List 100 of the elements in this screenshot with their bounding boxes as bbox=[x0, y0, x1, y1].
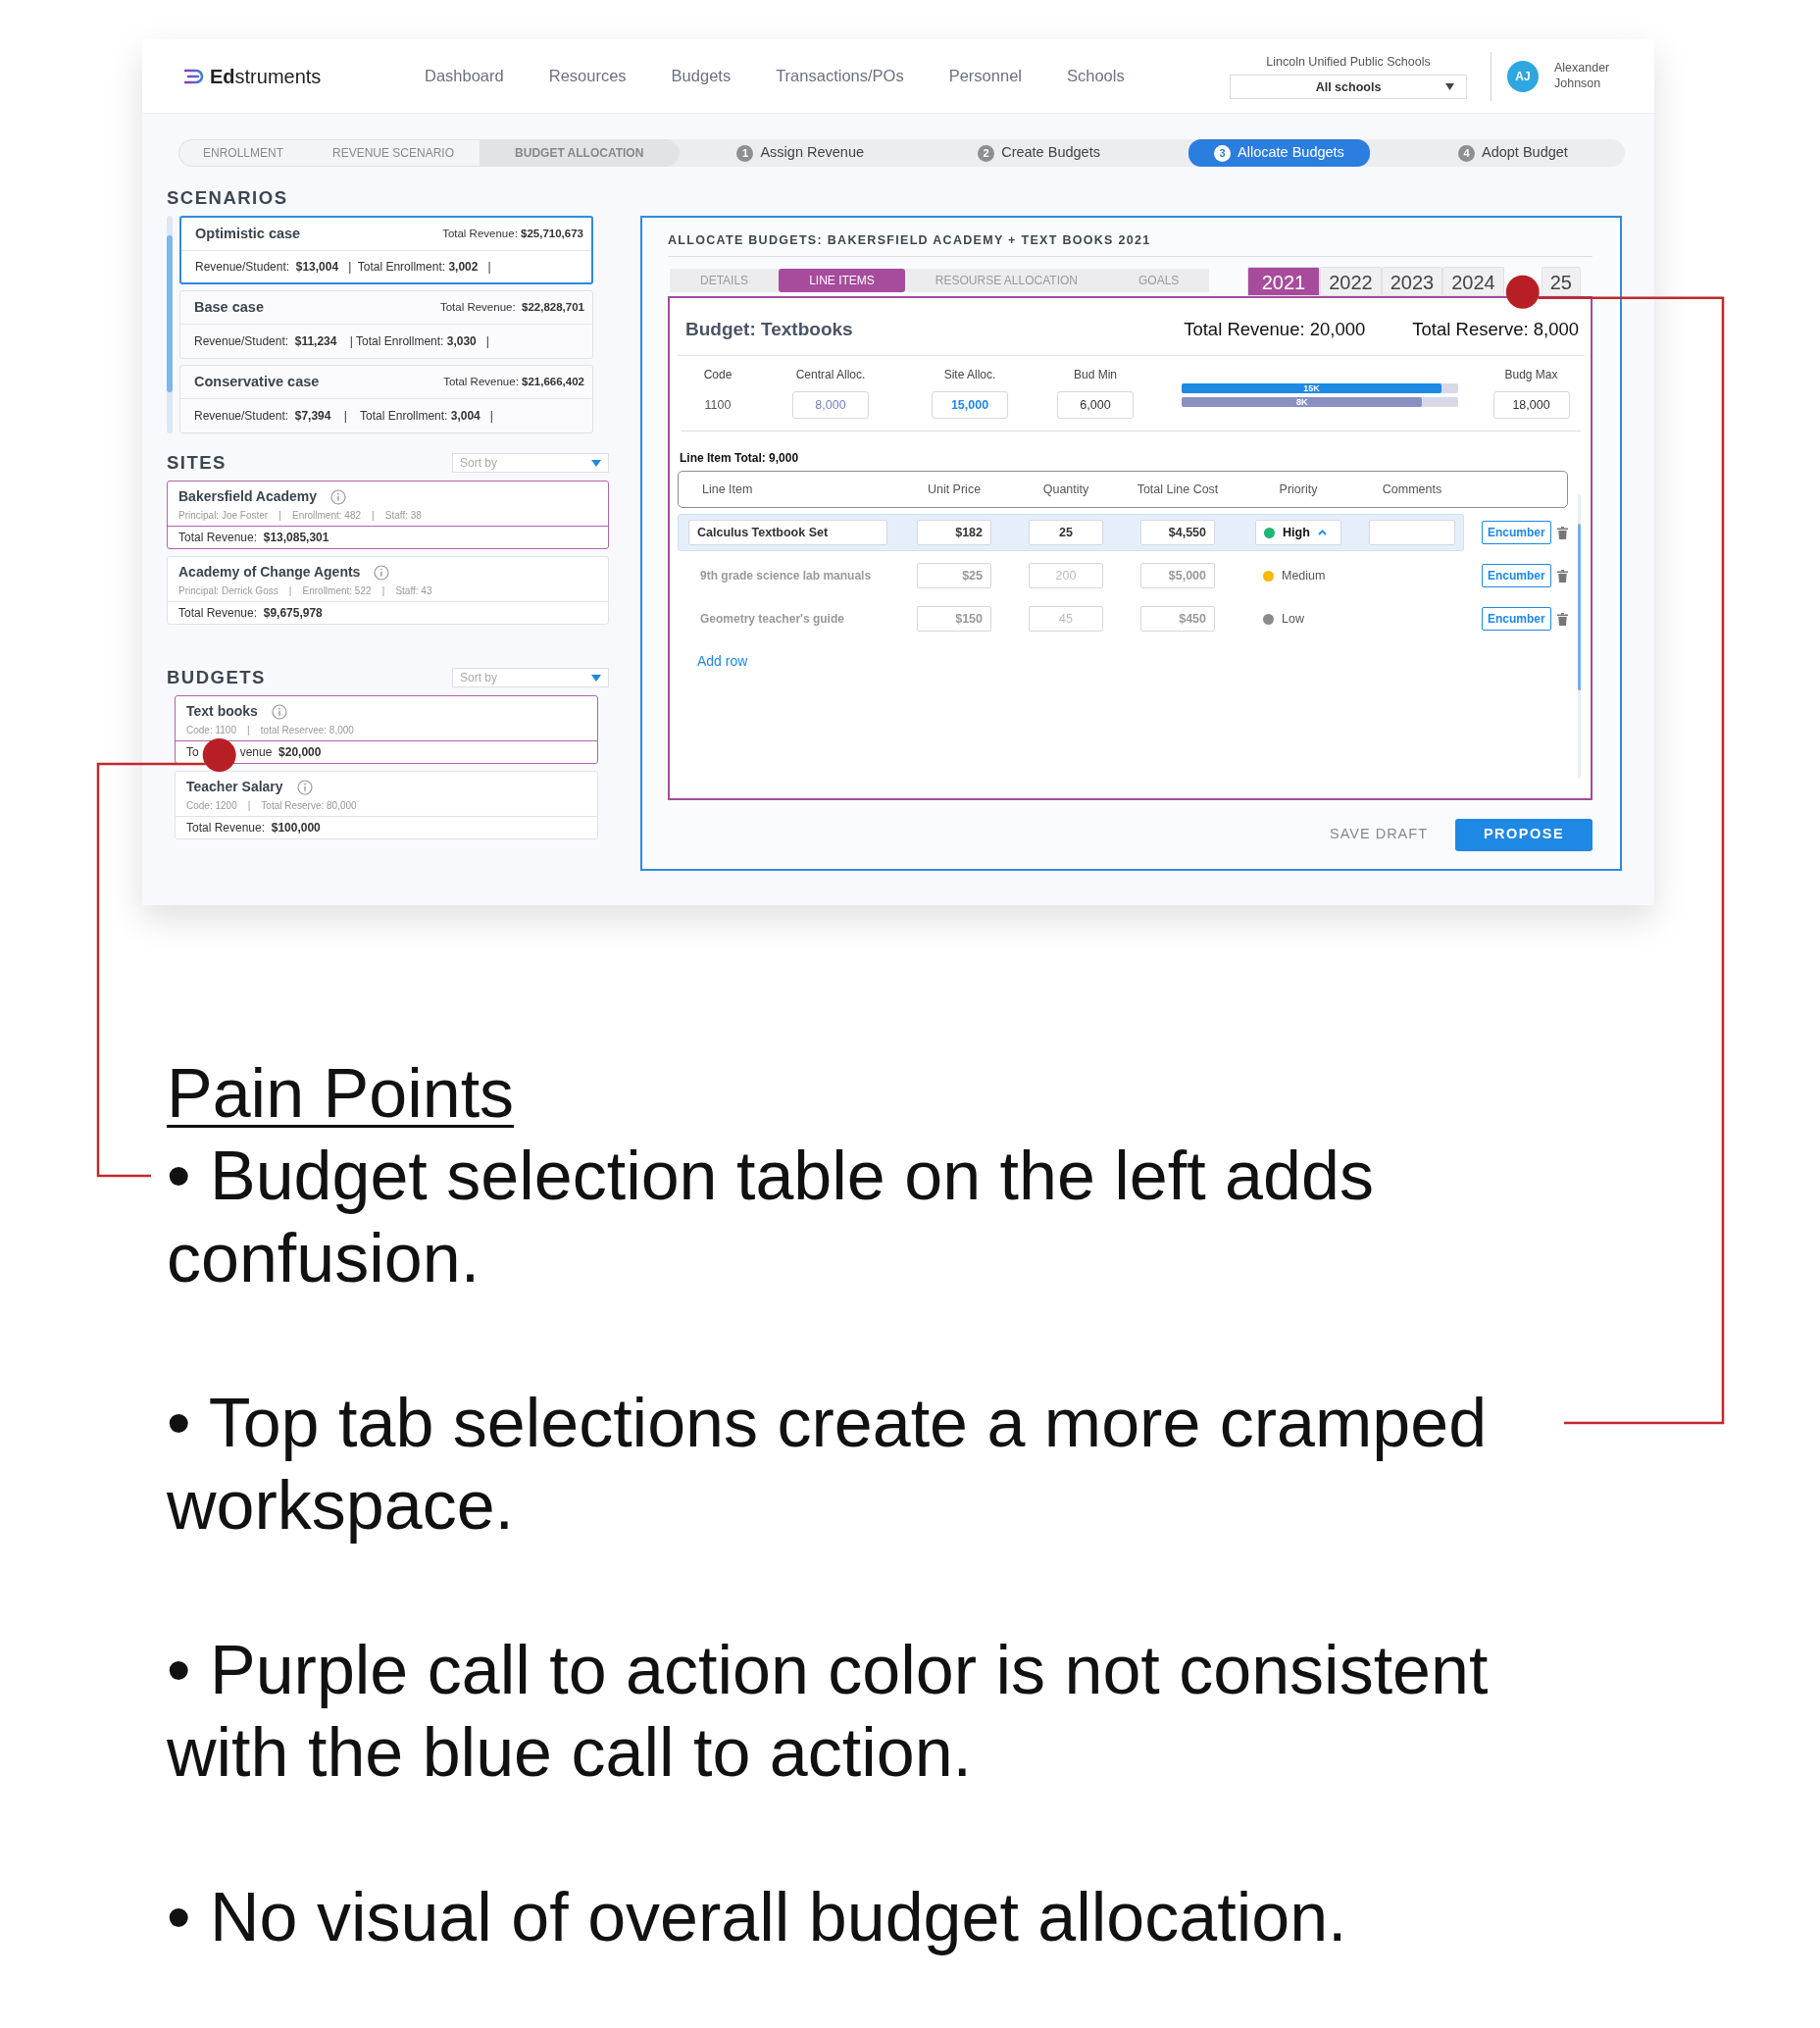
input-field[interactable]: 8,000 bbox=[792, 391, 869, 420]
scenario-card[interactable]: Base case Total Revenue: $22,828,701 Revenue/Student: $11,234 | Total Enrollment: 3,030 | bbox=[179, 290, 593, 359]
table-row[interactable]: Geometry teacher's guide $150 45 $450 Low bbox=[678, 600, 1464, 638]
budget-details: Code: 1100 | total Reservee: 8,000 bbox=[186, 724, 355, 737]
budget-card[interactable]: Teacher Salary Code: 1200 | Total Reserve: 80,000 Total Revenue: $100,000 bbox=[175, 771, 598, 839]
scenario-card[interactable]: Optimistic case Total Revenue: $25,710,673 Revenue/Student: $13,004 | Total Enrollment: 3,002 | bbox=[179, 216, 593, 284]
nav-link[interactable]: Personnel bbox=[948, 64, 1022, 88]
note-text: • No visual of overall budget allocation. bbox=[167, 1878, 1348, 1957]
scenario-card[interactable]: Conservative case Total Revenue: $21,666,402 Revenue/Student: $7,394 | Total Enrollment: 3,004 | bbox=[179, 365, 593, 433]
nav-link[interactable]: Budgets bbox=[671, 64, 732, 88]
input-field[interactable]: 6,000 bbox=[1057, 391, 1134, 420]
phase-tab[interactable]: BUDGET ALLOCATION bbox=[480, 140, 680, 166]
item-name: Geometry teacher's guide bbox=[699, 611, 844, 629]
panel-title: ALLOCATE BUDGETS: BAKERSFIELD ACADEMY + TEXT BOOKS 2021 bbox=[668, 231, 1592, 257]
input-field[interactable]: $150 bbox=[917, 606, 991, 633]
scenario-details: Revenue/Student: $11,234 | Total Enrollment: 3,030 | bbox=[194, 333, 489, 350]
annotation-dot bbox=[202, 738, 236, 772]
input-field[interactable]: $450 bbox=[1140, 606, 1215, 633]
note-text: • Budget selection table on the left adds confusion. bbox=[167, 1137, 1375, 1298]
input-field[interactable]: Calculus Textbook Set bbox=[688, 520, 887, 546]
phase-tab[interactable]: REVENUE SCENARIO bbox=[309, 140, 480, 166]
scenario-total: Total Revenue: $21,666,402 bbox=[443, 374, 584, 389]
tab[interactable]: LINE ITEMS bbox=[779, 268, 905, 292]
trash-icon[interactable] bbox=[1556, 612, 1568, 626]
site-name: Bakersfield Academy bbox=[178, 487, 318, 506]
step-number: 4 bbox=[1458, 144, 1475, 162]
field-label: Central Alloc. bbox=[795, 367, 866, 384]
encumber-button[interactable]: Encumber bbox=[1482, 564, 1551, 588]
budget-name: Text books bbox=[186, 702, 258, 721]
encumber-button[interactable]: Encumber bbox=[1482, 607, 1551, 632]
total-reserve: Total Reserve: 8,000 bbox=[1412, 318, 1579, 342]
nav-link[interactable]: Schools bbox=[1067, 64, 1125, 88]
scenario-name: Optimistic case bbox=[195, 224, 301, 243]
section-heading: SCENARIOS bbox=[167, 186, 288, 211]
phase-tab[interactable]: ENROLLMENT bbox=[179, 140, 309, 166]
column-header: Unit Price bbox=[926, 481, 983, 498]
column-header: Line Item bbox=[701, 481, 754, 498]
logo-icon bbox=[184, 68, 206, 84]
chevron-up-icon bbox=[1317, 530, 1327, 536]
comment-field[interactable] bbox=[1369, 520, 1455, 546]
caret-icon bbox=[1445, 83, 1454, 91]
scrollbar[interactable] bbox=[167, 216, 173, 433]
input-field[interactable]: $5,000 bbox=[1140, 563, 1215, 589]
school-select[interactable]: All schools bbox=[1230, 75, 1467, 100]
budget-card[interactable]: Text books Code: 1100 | total Reservee: 8,000 To venue $20,000 bbox=[175, 695, 598, 764]
user-avatar[interactable]: AJ bbox=[1507, 60, 1539, 92]
nav-link[interactable]: Resources bbox=[548, 64, 627, 88]
input-field[interactable]: 15,000 bbox=[932, 391, 1008, 420]
nav-link[interactable]: Transactions/POs bbox=[776, 64, 904, 88]
info-icon bbox=[330, 488, 347, 505]
scenario-name: Base case bbox=[194, 297, 264, 317]
year-tab[interactable]: 2023 bbox=[1381, 266, 1443, 296]
year-tab[interactable]: 2024 bbox=[1442, 266, 1504, 296]
caret-icon bbox=[591, 459, 601, 467]
input-field[interactable]: 18,000 bbox=[1492, 391, 1570, 420]
input-field[interactable]: $4,550 bbox=[1140, 520, 1215, 546]
input-field[interactable]: 25 bbox=[1029, 520, 1103, 546]
site-details: Principal: Derrick Goss | Enrollment: 522 | Staff: 43 bbox=[178, 584, 433, 598]
site-card[interactable]: Academy of Change Agents Principal: Derrick Goss | Enrollment: 522 | Staff: 43 Total Revenue: $9,675,978 bbox=[167, 556, 609, 625]
selected-row[interactable]: Calculus Textbook Set $182 25 $4,550 High bbox=[678, 514, 1464, 552]
district-label: Lincoln Unified Public Schools bbox=[1266, 53, 1431, 71]
total-revenue: Total Revenue: 20,000 bbox=[1184, 318, 1366, 342]
budget-details: Code: 1200 | Total Reserve: 80,000 bbox=[186, 799, 358, 813]
step-tab[interactable]: 1 Assign Revenue bbox=[711, 139, 890, 167]
scenario-total: Total Revenue: $22,828,701 bbox=[439, 299, 584, 315]
step-tab[interactable]: 3 Allocate Budgets bbox=[1188, 139, 1370, 167]
site-card[interactable]: Bakersfield Academy Principal: Joe Foster | Enrollment: 482 | Staff: 38 Total Revenue: $13,085,301 bbox=[167, 481, 609, 549]
scenario-name: Conservative case bbox=[194, 372, 320, 391]
add-row-link[interactable]: Add row bbox=[697, 651, 748, 673]
note-text: • Purple call to action color is not consistent with the blue call to action. bbox=[167, 1631, 1490, 1793]
caret-icon bbox=[591, 674, 601, 682]
input-field[interactable]: $182 bbox=[917, 520, 991, 546]
revenue-text: venue $20,000 bbox=[239, 744, 322, 761]
step-tab[interactable]: 2 Create Budgets bbox=[952, 139, 1126, 167]
notes-heading: Pain Points bbox=[167, 1054, 515, 1134]
site-name: Academy of Change Agents bbox=[178, 563, 361, 582]
revenue-text: Total Revenue: $9,675,978 bbox=[178, 605, 323, 622]
revenue-text: Total Revenue: $100,000 bbox=[186, 820, 321, 837]
column-header: Comments bbox=[1381, 481, 1443, 498]
field-label: Code bbox=[703, 367, 733, 384]
revenue-text: Total Revenue: $13,085,301 bbox=[178, 530, 329, 546]
year-tab[interactable]: 25 bbox=[1541, 266, 1581, 296]
year-tab[interactable]: 2021 bbox=[1246, 266, 1321, 296]
year-tab[interactable]: 2022 bbox=[1320, 266, 1382, 296]
nav-link[interactable]: Dashboard bbox=[425, 64, 504, 88]
propose-button[interactable]: PROPOSE bbox=[1455, 818, 1592, 851]
trash-icon[interactable] bbox=[1556, 569, 1568, 583]
priority-select[interactable]: High bbox=[1255, 520, 1341, 546]
input-field[interactable]: $25 bbox=[917, 563, 991, 589]
step-tab[interactable]: 4 Adopt Budget bbox=[1433, 139, 1593, 167]
budget-name: Teacher Salary bbox=[186, 778, 283, 796]
save-draft-button[interactable]: SAVE DRAFT bbox=[1324, 823, 1434, 846]
encumber-button[interactable]: Encumber bbox=[1482, 521, 1551, 545]
annotation-dot bbox=[1505, 275, 1540, 309]
table-row[interactable]: 9th grade science lab manuals $25 200 $5,000 Medium bbox=[678, 557, 1464, 595]
site-details: Principal: Joe Foster | Enrollment: 482 | Staff: 38 bbox=[178, 509, 423, 523]
scrollbar[interactable] bbox=[1577, 494, 1581, 780]
budget-title: Budget: Textbooks bbox=[685, 317, 853, 341]
column-header: Total Line Cost bbox=[1136, 481, 1220, 498]
trash-icon[interactable] bbox=[1556, 526, 1568, 539]
